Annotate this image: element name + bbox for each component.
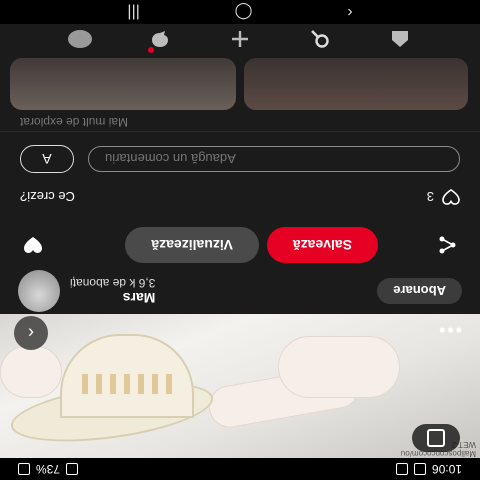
battery-icon (18, 463, 30, 475)
profile-icon (68, 30, 92, 49)
bottom-navigation (0, 24, 480, 55)
comment-input[interactable] (88, 146, 460, 172)
nav-messages[interactable] (148, 28, 172, 54)
notification-icon (413, 463, 426, 475)
system-home-icon[interactable]: ◯ (235, 2, 253, 22)
comments-header: 3 Ce crezi? (0, 184, 480, 210)
reaction-icon[interactable] (18, 230, 48, 260)
like-count: 3 (426, 189, 434, 205)
more-to-explore-title: Mai mult de explorat (20, 115, 129, 129)
plus-icon (232, 31, 248, 48)
visit-button[interactable]: Vizualizează (125, 227, 259, 263)
wifi-icon (66, 463, 79, 475)
chat-icon (152, 31, 168, 48)
search-icon (311, 30, 329, 49)
notification-dot (148, 47, 154, 54)
avatar[interactable] (18, 270, 60, 312)
save-button[interactable]: Salvează (266, 227, 378, 263)
battery-level: 73% (36, 462, 61, 476)
nav-create[interactable] (228, 28, 252, 52)
follower-count: 3,6 k de abonați (70, 276, 156, 290)
nav-home[interactable] (388, 28, 412, 52)
hand-shape (0, 346, 62, 398)
status-time: 10:06 (431, 462, 462, 476)
visual-search-button[interactable] (412, 424, 460, 452)
lens-icon (427, 429, 445, 447)
heart-icon (442, 189, 460, 205)
home-icon (392, 31, 408, 48)
nav-search[interactable] (308, 28, 332, 52)
more-options-icon[interactable]: ••• (437, 319, 462, 340)
system-recents-icon[interactable]: ||| (127, 3, 139, 21)
system-navigation: ‹ ◯ ||| (0, 0, 480, 24)
related-pin[interactable] (10, 58, 236, 110)
teacup-shape (60, 334, 194, 418)
nav-profile[interactable] (68, 28, 92, 52)
status-bar: 10:06 73% (0, 458, 480, 480)
chevron-left-icon: ‹ (28, 323, 34, 344)
creator-name: Mars (122, 290, 156, 306)
pin-image[interactable]: Maliposconcocom/ou WET-2 ‹ ••• (0, 314, 480, 458)
cup-pattern (82, 374, 172, 394)
back-button[interactable]: ‹ (14, 316, 48, 350)
share-icon[interactable] (432, 230, 462, 260)
like-summary[interactable]: 3 (427, 189, 460, 205)
comment-composer: A (0, 144, 480, 174)
screen: 10:06 73% Maliposconcocom/ou WET-2 ‹ •••… (0, 0, 480, 480)
user-avatar[interactable]: A (20, 145, 74, 173)
pin-actions: Salvează Vizualizează (0, 222, 480, 268)
system-back-icon[interactable]: ‹ (347, 3, 352, 21)
creator-info[interactable]: Mars 3,6 k de abonați (18, 270, 155, 312)
comments-title: Ce crezi? (20, 189, 75, 205)
sync-icon (395, 463, 408, 475)
follow-button[interactable]: Abonare (377, 278, 462, 304)
hand-shape (278, 336, 400, 398)
related-pin[interactable] (244, 58, 468, 110)
creator-row: Abonare Mars 3,6 k de abonați (0, 268, 480, 314)
